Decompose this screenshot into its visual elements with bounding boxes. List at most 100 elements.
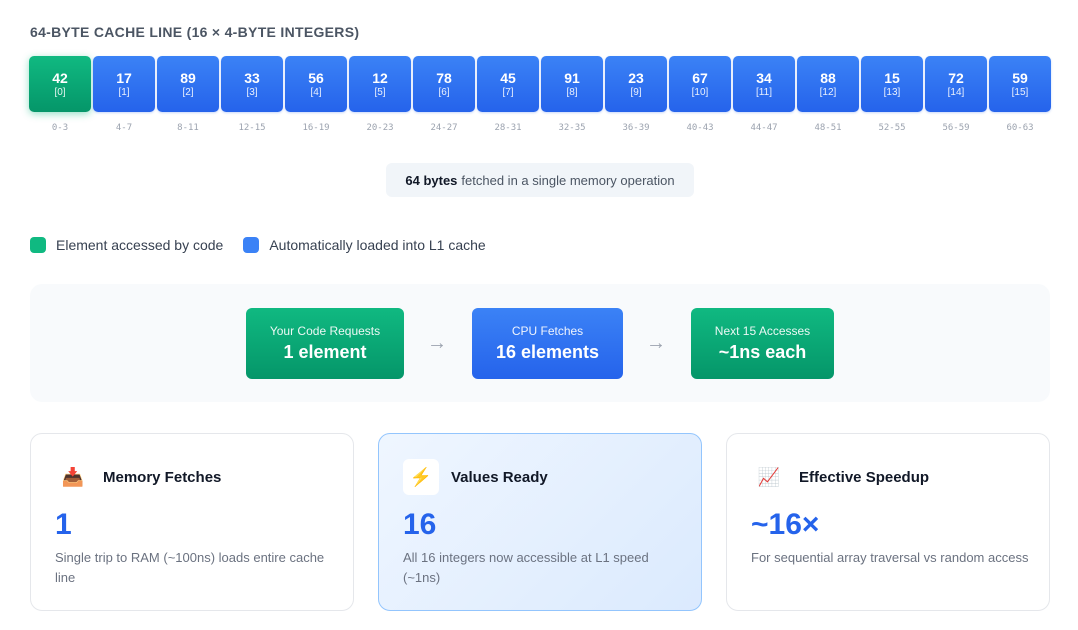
cell-value: 59: [1012, 69, 1028, 86]
card-description: All 16 integers now accessible at L1 spe…: [403, 550, 649, 585]
byte-range-label: 8-11: [177, 123, 199, 133]
cell-value: 72: [948, 69, 964, 86]
fetch-note: 64 bytes fetched in a single memory oper…: [386, 163, 694, 197]
byte-range-label: 28-31: [494, 123, 522, 133]
card-value: 16: [403, 508, 437, 541]
byte-range-label: 56-59: [942, 123, 970, 133]
byte-range-label: 48-51: [814, 123, 842, 133]
cache-cell-9: 23 [9]: [605, 56, 667, 112]
legend-item-loaded: Automatically loaded into L1 cache: [243, 237, 486, 253]
cell-index: [12]: [819, 86, 837, 98]
cache-cell-10: 67 [10]: [669, 56, 731, 112]
byte-range-label: 16-19: [302, 123, 330, 133]
right-arrow-icon: →: [646, 332, 666, 354]
cache-cell-8: 91 [8]: [541, 56, 603, 112]
byte-range-label: 0-3: [51, 123, 69, 133]
cell-index: [9]: [630, 86, 642, 98]
byte-range-label: 52-55: [878, 123, 906, 133]
card-description: For sequential array traversal vs random…: [751, 550, 1029, 565]
cell-value: 78: [436, 69, 452, 86]
card-description: Single trip to RAM (~100ns) loads entire…: [55, 550, 325, 585]
cache-cell-3: 33 [3]: [221, 56, 283, 112]
cache-line: 42 [0] 17 [1] 89 [2] 33 [3] 56 [4] 12 [5] 78 [6…: [29, 56, 1051, 112]
blue-swatch-icon: [243, 237, 260, 253]
cell-value: 88: [820, 69, 836, 86]
flow-step-label: Your Code Requests: [269, 324, 381, 338]
card-title: Memory Fetches: [103, 469, 222, 486]
fetch-note-text: fetched in a single memory operation: [461, 172, 675, 188]
cell-index: [3]: [246, 86, 258, 98]
cell-index: [4]: [310, 86, 322, 98]
cell-index: [5]: [374, 86, 386, 98]
cell-index: [11]: [756, 86, 772, 98]
flow-step-next-accesses: Next 15 Accesses ~1ns each: [691, 308, 834, 379]
cache-cell-6: 78 [6]: [413, 56, 475, 112]
legend-label-accessed: Element accessed by code: [56, 237, 224, 253]
byte-range-label: 4-7: [115, 123, 133, 133]
legend-item-accessed: Element accessed by code: [30, 237, 223, 253]
cell-value: 23: [628, 69, 644, 86]
cell-index: [13]: [883, 86, 901, 98]
diagram-title: 64-BYTE CACHE LINE (16 × 4-BYTE INTEGERS…: [30, 24, 360, 40]
flow-step-request: Your Code Requests 1 element: [246, 308, 404, 379]
inbox-tray-icon: 📥: [61, 466, 85, 487]
lightning-icon: ⚡: [403, 459, 439, 495]
cache-cell-12: 88 [12]: [797, 56, 859, 112]
flow-step-fetch: CPU Fetches 16 elements: [472, 308, 623, 379]
card-values-ready: ⚡ Values Ready 16 All 16 integers now ac…: [378, 433, 702, 611]
legend: Element accessed by code Automatically l…: [30, 237, 506, 253]
cell-value: 15: [884, 69, 900, 86]
fetch-note-bytes: 64 bytes: [405, 172, 458, 188]
cache-cell-11: 34 [11]: [733, 56, 795, 112]
cell-value: 67: [692, 69, 708, 86]
byte-range-label: 24-27: [430, 123, 458, 133]
cache-cell-0: 42 [0]: [29, 56, 91, 112]
cache-cell-2: 89 [2]: [157, 56, 219, 112]
card-memory-fetches: 📥 Memory Fetches 1 Single trip to RAM (~…: [30, 433, 354, 611]
cache-cell-7: 45 [7]: [477, 56, 539, 112]
card-effective-speedup: 📈 Effective Speedup ~16× For sequential …: [726, 433, 1050, 611]
cell-value: 34: [756, 69, 772, 86]
byte-range-label: 44-47: [750, 123, 778, 133]
flow-step-label: CPU Fetches: [511, 324, 584, 338]
byte-range-label: 60-63: [1006, 123, 1034, 133]
flow-step-value: 1 element: [283, 342, 367, 362]
card-title: Values Ready: [451, 469, 548, 486]
cell-index: [0]: [54, 86, 66, 98]
cache-cell-5: 12 [5]: [349, 56, 411, 112]
flow-step-value: ~1ns each: [718, 342, 807, 362]
cell-value: 17: [116, 69, 132, 86]
right-arrow-icon: →: [427, 332, 447, 354]
chart-increasing-icon: 📈: [757, 466, 781, 487]
flow-step-value: 16 elements: [495, 342, 600, 362]
cell-index: [15]: [1011, 86, 1029, 98]
cell-value: 42: [52, 69, 68, 86]
byte-range-label: 20-23: [366, 123, 394, 133]
cell-value: 45: [500, 69, 516, 86]
cell-index: [8]: [566, 86, 578, 98]
cell-index: [14]: [947, 86, 965, 98]
fetch-flow-panel: Your Code Requests 1 element → CPU Fetch…: [30, 284, 1050, 402]
byte-range-label: 40-43: [686, 123, 714, 133]
cache-cell-1: 17 [1]: [93, 56, 155, 112]
cell-value: 89: [180, 69, 196, 86]
card-value: ~16×: [751, 508, 820, 541]
cache-cell-14: 72 [14]: [925, 56, 987, 112]
cell-value: 33: [244, 69, 260, 86]
cell-index: [10]: [691, 86, 709, 98]
cell-value: 12: [372, 69, 388, 86]
green-swatch-icon: [30, 237, 46, 253]
cache-cell-4: 56 [4]: [285, 56, 347, 112]
byte-range-label: 36-39: [622, 123, 650, 133]
cell-index: [1]: [118, 86, 130, 98]
byte-ranges: 0-3 4-7 8-11 12-15 16-19 20-23 24-27 28-…: [29, 123, 1051, 133]
byte-range-label: 32-35: [558, 123, 586, 133]
flow-step-label: Next 15 Accesses: [714, 324, 811, 338]
card-title: Effective Speedup: [799, 469, 930, 486]
card-value: 1: [55, 508, 72, 541]
cell-index: [2]: [182, 86, 194, 98]
cache-cell-15: 59 [15]: [989, 56, 1051, 112]
legend-label-loaded: Automatically loaded into L1 cache: [269, 237, 486, 253]
cell-value: 56: [308, 69, 324, 86]
cell-index: [6]: [438, 86, 450, 98]
